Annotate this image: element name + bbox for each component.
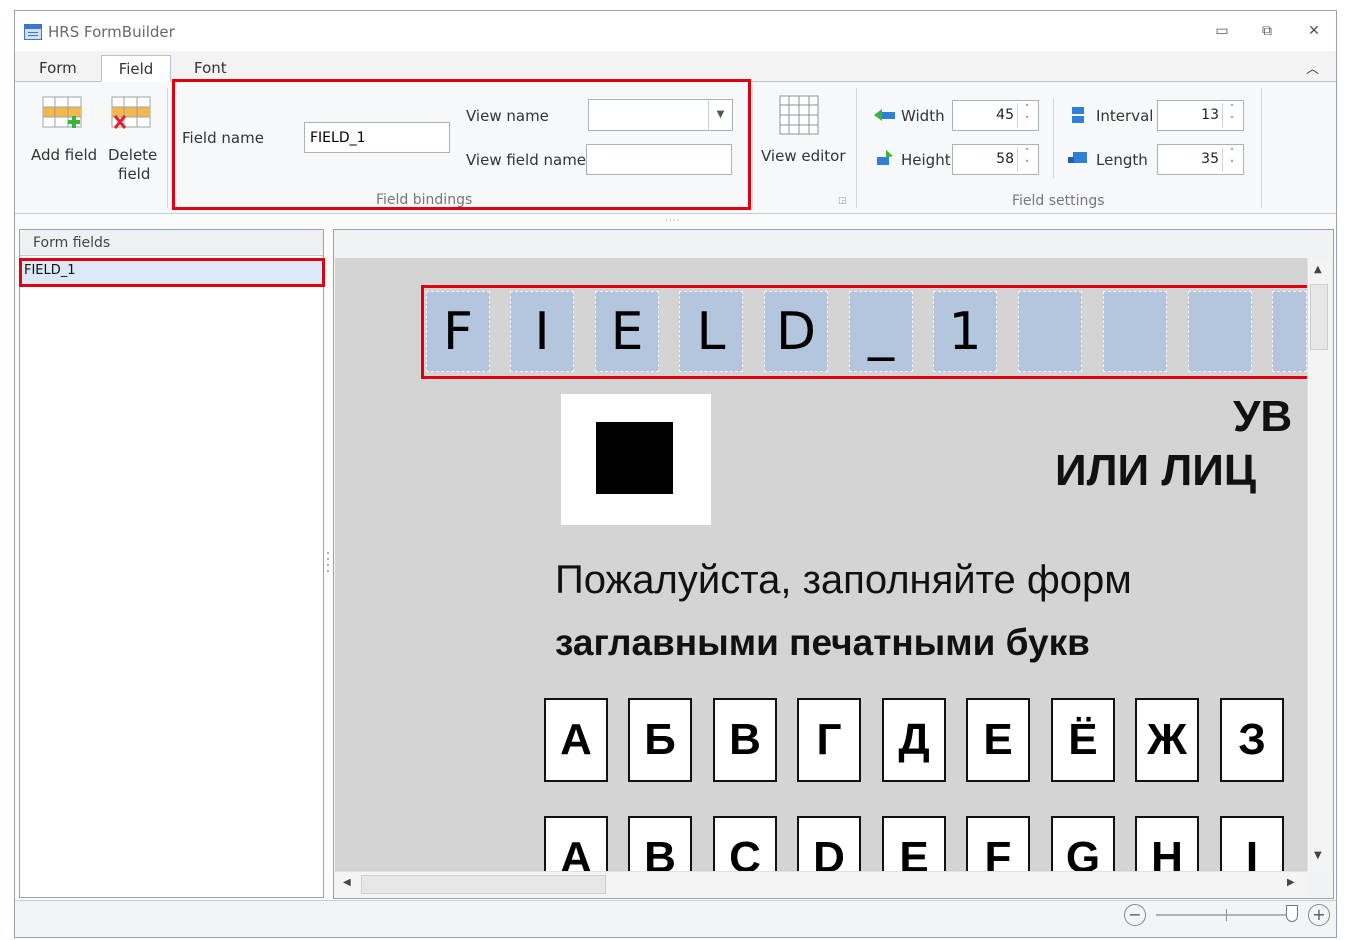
spin-arrows-icon[interactable]: ˄ ˅ (1017, 147, 1036, 172)
zoom-out-icon[interactable]: − (1124, 904, 1146, 926)
zoom-slider-center-tick (1226, 909, 1227, 921)
interval-icon (1071, 106, 1085, 124)
doc-heading-2: ИЛИ ЛИЦ (1055, 446, 1256, 495)
horizontal-scrollbar[interactable]: ◀ ▶ (335, 871, 1307, 897)
view-editor-button[interactable]: View editor (757, 92, 846, 184)
add-field-icon (42, 96, 82, 128)
letter-box: A (544, 816, 608, 871)
interval-label: Interval (1096, 107, 1154, 125)
height-label: Height (901, 151, 951, 169)
restore-button[interactable]: ⧉ (1253, 20, 1281, 42)
width-stepper[interactable]: 45 ˄ ˅ (952, 100, 1039, 131)
field-bindings-highlight (172, 79, 751, 210)
selected-field-highlight (19, 258, 325, 287)
letter-box: В (713, 698, 777, 782)
doc-heading-1: УВ (1233, 392, 1293, 441)
scroll-down-icon[interactable]: ▼ (1314, 850, 1322, 861)
letter-box: G (1051, 816, 1115, 871)
letter-box: Д (882, 698, 946, 782)
letter-box: H (1135, 816, 1199, 871)
interval-value: 13 (1201, 107, 1219, 123)
ribbon-divider (752, 88, 753, 208)
minimize-button[interactable]: ▭ (1208, 20, 1236, 42)
zoom-in-icon[interactable]: + (1308, 904, 1330, 926)
width-label: Width (901, 107, 945, 125)
letter-box: D (797, 816, 861, 871)
horizontal-scroll-thumb[interactable] (361, 875, 606, 894)
letter-box: А (544, 698, 608, 782)
ribbon-splitter-grip[interactable]: ···· (665, 216, 680, 226)
window-title: HRS FormBuilder (48, 23, 175, 41)
delete-field-label-2: field (118, 165, 151, 183)
ribbon-divider (1053, 98, 1054, 178)
length-icon (1068, 151, 1088, 165)
interval-stepper[interactable]: 13 ˄ ˅ (1157, 100, 1244, 131)
ribbon-divider (167, 88, 168, 208)
letter-box: Б (628, 698, 692, 782)
scroll-left-icon[interactable]: ◀ (343, 877, 351, 888)
add-field-label: Add field (31, 146, 98, 164)
field-cells-highlight (421, 285, 1312, 379)
letter-box: Ё (1051, 698, 1115, 782)
close-button[interactable]: ✕ (1300, 20, 1328, 42)
dialog-launcher-icon[interactable]: ◲ (838, 196, 847, 206)
vertical-scroll-thumb[interactable] (1310, 284, 1328, 350)
ribbon-divider (856, 88, 857, 208)
length-stepper[interactable]: 35 ˄ ˅ (1157, 144, 1244, 175)
tab-field[interactable]: Field (101, 55, 171, 82)
add-field-button[interactable]: Add field (26, 92, 98, 184)
grid-icon (779, 95, 819, 135)
width-value: 45 (996, 107, 1014, 123)
document-clip: УВ ИЛИ ЛИЦ Пожалуйста, заполняйте форм з… (335, 380, 1307, 871)
letter-box: Ж (1135, 698, 1199, 782)
view-editor-label: View editor (761, 147, 846, 165)
panel-splitter[interactable] (326, 550, 330, 574)
form-fields-header: Form fields (20, 230, 323, 256)
field-settings-caption: Field settings (1012, 193, 1105, 209)
letter-box: Е (966, 698, 1030, 782)
letter-box: I (1220, 816, 1284, 871)
letter-box: F (966, 816, 1030, 871)
title-bar[interactable] (15, 11, 1336, 51)
doc-instruction-2: заглавными печатными букв (555, 622, 1090, 663)
scroll-right-icon[interactable]: ▶ (1287, 877, 1295, 888)
letter-box: E (882, 816, 946, 871)
form-fields-title: Form fields (33, 235, 111, 251)
width-icon (874, 109, 896, 121)
length-label: Length (1096, 151, 1148, 169)
delete-field-label-1: Delete (108, 146, 158, 164)
vertical-scrollbar[interactable]: ▲ ▼ (1307, 258, 1331, 871)
delete-field-icon (111, 96, 151, 129)
letter-box: C (713, 816, 777, 871)
spin-arrows-icon[interactable]: ˄ ˅ (1017, 103, 1036, 128)
letter-box: Г (797, 698, 861, 782)
delete-field-button[interactable]: Delete field (102, 92, 162, 184)
height-value: 58 (996, 151, 1014, 167)
spin-arrows-icon[interactable]: ˄ ˅ (1222, 103, 1241, 128)
zoom-slider-thumb[interactable] (1286, 905, 1298, 922)
height-icon (876, 150, 894, 166)
letter-box: B (628, 816, 692, 871)
form-fields-panel (19, 229, 324, 898)
spin-arrows-icon[interactable]: ˄ ˅ (1222, 147, 1241, 172)
doc-instruction-1: Пожалуйста, заполняйте форм (555, 558, 1132, 602)
app-logo-icon (24, 24, 42, 40)
letter-box: З (1220, 698, 1284, 782)
tab-form[interactable]: Form (25, 55, 91, 82)
length-value: 35 (1201, 151, 1219, 167)
collapse-ribbon-icon[interactable]: ︿ (1306, 58, 1319, 77)
height-stepper[interactable]: 58 ˄ ˅ (952, 144, 1039, 175)
tab-font[interactable]: Font (180, 55, 241, 82)
scroll-up-icon[interactable]: ▲ (1314, 264, 1322, 275)
ribbon-divider (1261, 88, 1262, 208)
